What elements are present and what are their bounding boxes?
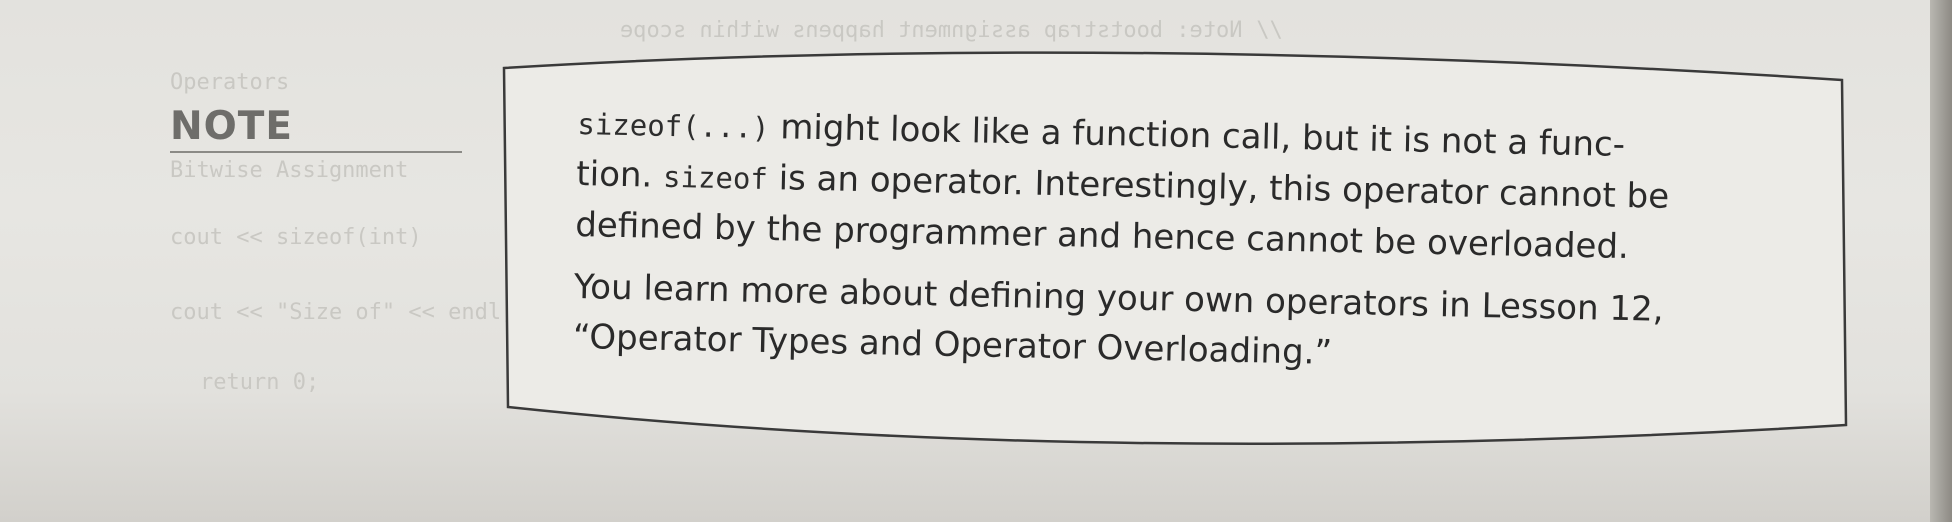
inline-code: sizeof(...) <box>577 106 770 146</box>
inline-code: sizeof <box>662 159 769 196</box>
callout-paragraph-1: sizeof(...) might look like a function c… <box>575 98 1808 276</box>
text-run: “Operator Types and Operator Overloading… <box>572 316 1333 373</box>
callout-paragraph-2: You learn more about defining your own o… <box>572 262 1804 388</box>
text-run: tion. <box>575 153 664 196</box>
callout-body: sizeof(...) might look like a function c… <box>572 98 1808 400</box>
